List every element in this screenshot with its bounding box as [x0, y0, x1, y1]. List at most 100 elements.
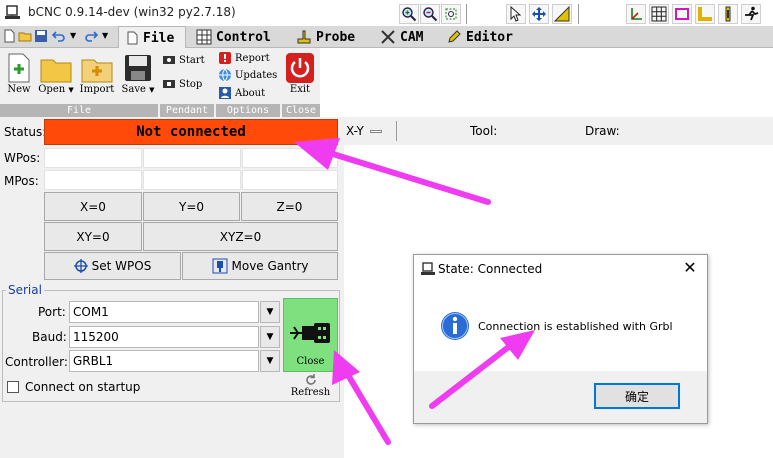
control-panel	[0, 117, 344, 458]
baud-select[interactable]: 115200	[69, 326, 259, 348]
baud-dropdown-icon[interactable]: ▼	[260, 326, 280, 348]
controller-select[interactable]: GRBL1	[69, 350, 259, 372]
report-alert-icon	[219, 52, 231, 64]
zero-xyz-label: XYZ=0	[219, 229, 262, 244]
pendant-start-button[interactable]: Start	[162, 52, 205, 68]
wpos-y-value	[143, 148, 241, 168]
draw-rapid-button[interactable]	[741, 4, 761, 24]
draw-probe-button[interactable]	[718, 4, 738, 24]
draw-workarea-button[interactable]	[695, 4, 715, 24]
draw-axes-button[interactable]	[626, 4, 646, 24]
report-button[interactable]: Report	[218, 50, 270, 66]
pendant-stop-label: Stop	[179, 78, 203, 90]
exit-label: Exit	[289, 84, 311, 95]
new-file-icon[interactable]	[2, 29, 16, 43]
move-gantry-button[interactable]: Move Gantry	[182, 252, 338, 280]
port-dropdown-icon[interactable]: ▼	[260, 301, 280, 323]
new-button[interactable]: New	[4, 52, 34, 95]
zoom-fit-button[interactable]	[441, 4, 461, 24]
import-button[interactable]: Import	[78, 52, 116, 95]
open-dropdown-icon: ▼	[68, 86, 74, 94]
pan-tool-button[interactable]	[529, 4, 549, 24]
zero-y-button[interactable]: Y=0	[143, 192, 240, 221]
mpos-y-value	[143, 170, 241, 190]
zero-xy-button[interactable]: XY=0	[44, 222, 142, 251]
tab-editor[interactable]: Editor	[440, 26, 520, 48]
set-wpos-button[interactable]: Set WPOS	[44, 252, 181, 280]
open-folder-icon[interactable]	[18, 29, 32, 43]
toolbar-separator	[396, 121, 397, 141]
draw-grid-button[interactable]	[649, 4, 669, 24]
crosshair-icon	[73, 259, 88, 273]
ruler-tool-button[interactable]	[552, 4, 572, 24]
zero-xyz-button[interactable]: XYZ=0	[143, 222, 338, 251]
state-dialog: State: Connected ✕ Connection is establi…	[413, 254, 708, 424]
dialog-message: Connection is established with Grbl	[478, 320, 673, 333]
view-select-dropdown-icon	[369, 129, 382, 133]
dialog-close-icon[interactable]: ✕	[680, 258, 700, 277]
wpos-x-value	[44, 148, 142, 168]
zero-x-label: X=0	[80, 199, 106, 214]
control-grid-icon	[196, 29, 212, 45]
zero-x-button[interactable]: X=0	[44, 192, 142, 221]
zero-y-label: Y=0	[178, 199, 205, 214]
status-label: Status:	[4, 125, 47, 139]
zoom-fit-icon	[445, 8, 457, 20]
zoom-in-icon	[402, 7, 417, 22]
zero-z-button[interactable]: Z=0	[241, 192, 338, 221]
dialog-app-icon	[421, 262, 435, 275]
controller-label: Controller:	[5, 355, 68, 369]
about-button[interactable]: About	[218, 85, 265, 101]
port-select[interactable]: COM1	[69, 301, 259, 323]
status-indicator[interactable]: Not connected	[44, 119, 338, 145]
updates-globe-icon	[219, 68, 231, 82]
zoom-out-button[interactable]	[420, 4, 440, 24]
ribbon-group-options-label: Options	[216, 104, 280, 117]
tab-file[interactable]: File	[118, 26, 186, 49]
probe-bar-icon	[725, 6, 731, 22]
tab-file-label: File	[143, 30, 175, 46]
tab-cam[interactable]: CAM	[374, 26, 432, 48]
select-tool-button[interactable]	[506, 4, 526, 24]
baud-value: 115200	[73, 330, 119, 344]
redo-icon[interactable]	[84, 29, 98, 43]
save-disk-icon	[125, 55, 151, 81]
updates-button[interactable]: Updates	[218, 67, 277, 83]
connect-on-startup-checkbox[interactable]	[7, 381, 19, 393]
tab-control-label: Control	[216, 29, 271, 45]
wpos-z-value	[242, 148, 338, 168]
tab-cam-label: CAM	[400, 29, 424, 45]
undo-icon[interactable]	[52, 29, 66, 43]
exit-button[interactable]: Exit	[284, 52, 316, 95]
tab-control[interactable]: Control	[190, 26, 282, 48]
editor-pencil-icon	[448, 30, 461, 43]
controller-dropdown-icon[interactable]: ▼	[260, 350, 280, 372]
serial-close-label: Close	[296, 356, 325, 367]
save-button[interactable]: Save ▼	[118, 52, 158, 95]
pendant-stop-button[interactable]: Stop	[162, 76, 202, 92]
undo-dropdown-icon[interactable]: ▼	[70, 31, 76, 40]
serial-refresh-button[interactable]: Refresh	[283, 373, 338, 402]
zoom-in-button[interactable]	[399, 4, 419, 24]
save-icon[interactable]	[34, 29, 48, 43]
save-dropdown-icon: ▼	[149, 86, 155, 94]
connect-on-startup-label: Connect on startup	[25, 380, 141, 394]
usb-plug-icon	[289, 323, 330, 343]
redo-dropdown-icon[interactable]: ▼	[102, 31, 108, 40]
dialog-ok-button[interactable]: 确定	[594, 383, 680, 409]
toolbar-separator	[578, 4, 579, 24]
draw-margin-button[interactable]	[672, 4, 692, 24]
tab-probe[interactable]: Probe	[290, 26, 362, 48]
margin-rect-icon	[675, 8, 689, 20]
canvas-toolbar	[344, 117, 773, 145]
serial-close-button[interactable]: Close	[283, 298, 338, 372]
view-select[interactable]: X-Y	[344, 120, 394, 142]
port-label: Port:	[38, 305, 66, 319]
new-button-label: New	[7, 84, 31, 95]
refresh-icon	[305, 374, 316, 385]
exit-power-icon	[286, 53, 314, 83]
gantry-icon	[212, 258, 227, 274]
open-button[interactable]: Open ▼	[36, 52, 76, 95]
ribbon-group-close-label: Close	[282, 104, 320, 117]
ribbon-group-file-label: File	[0, 104, 158, 117]
